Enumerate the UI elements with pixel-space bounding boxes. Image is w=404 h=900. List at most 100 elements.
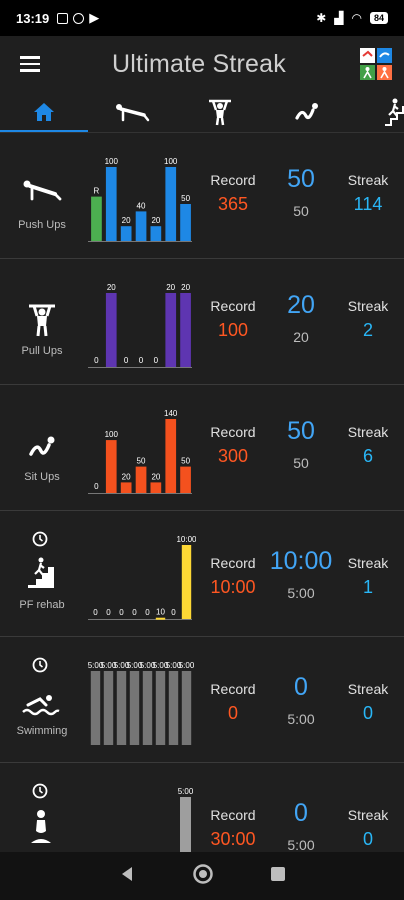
chart-bar-label: 0 <box>171 608 176 617</box>
status-time: 13:19 <box>16 10 50 26</box>
exercise-row-pull-ups[interactable]: Pull Ups 0 20 0 0 0 20 20 Record 100 20 20 Str… <box>0 259 404 385</box>
status-right: ✱ ▟ ◠ 84 <box>316 11 388 25</box>
chart-bar-label: 0 <box>119 608 124 617</box>
chart-bar-label: 0 <box>93 608 98 617</box>
chart-bar <box>180 204 191 241</box>
tab-push-ups[interactable] <box>88 92 176 132</box>
chart-bar-label: 0 <box>94 356 99 365</box>
chart-bar <box>165 419 177 493</box>
menu-icon <box>20 56 40 59</box>
home-button[interactable] <box>192 863 214 890</box>
goal-value: 10:00 <box>269 547 333 575</box>
chart-bar <box>180 293 191 367</box>
chart-bar <box>120 226 132 241</box>
sim-icon <box>57 12 69 24</box>
record-label: Record <box>210 807 256 823</box>
chart-bar-label: 140 <box>164 409 178 418</box>
chart-bar <box>165 167 177 241</box>
record-value: 10:00 <box>210 577 256 597</box>
chart-bar <box>90 671 101 745</box>
chart-bar-label: 20 <box>122 472 131 481</box>
record-label: Record <box>210 555 256 571</box>
goal-block: 10:00 5:00 <box>262 547 340 601</box>
chart-bar-label: 20 <box>151 216 160 225</box>
bar-chart-svg: R 100 20 40 20 100 50 <box>88 157 192 242</box>
record-label: Record <box>210 172 256 188</box>
bar-chart-svg: 0 100 20 50 20 140 50 <box>88 409 192 494</box>
chart-bar-label: 20 <box>122 216 131 225</box>
chart-bar-label: 0 <box>145 608 150 617</box>
push-up-icon <box>116 104 150 122</box>
bar-chart-svg: 0 20 0 0 0 20 20 <box>88 283 192 368</box>
streak-label: Streak <box>347 298 389 314</box>
chart-bar-label: 0 <box>94 482 99 491</box>
tab-pull-ups[interactable] <box>176 92 264 132</box>
streak-value: 2 <box>362 320 373 340</box>
chart-bar-label: 20 <box>151 472 160 481</box>
record-value: 0 <box>227 703 238 723</box>
chart-bar <box>105 293 117 367</box>
chart-bar-label: 40 <box>137 201 146 210</box>
goal-value: 0 <box>294 673 308 701</box>
stairs-icon <box>28 557 54 588</box>
history-chart: R 100 20 40 20 100 50 <box>86 133 196 258</box>
exercise-info: Push Ups <box>10 133 74 258</box>
today-value: 50 <box>293 455 309 471</box>
chart-bar-label: 5:00 <box>178 787 194 796</box>
battery-icon: 84 <box>369 12 388 24</box>
menu-icon-line <box>20 62 40 66</box>
exercise-row-push-ups[interactable]: Push Ups R 100 20 40 20 100 50 Record 365 50 5… <box>0 133 404 259</box>
app-logo[interactable] <box>348 36 404 92</box>
goal-block: 0 5:00 <box>262 673 340 727</box>
exercise-list: Push Ups R 100 20 40 20 100 50 Record 365 50 5… <box>0 133 404 889</box>
goal-block: 20 20 <box>262 291 340 345</box>
chart-bar-label: 100 <box>105 157 119 166</box>
recents-button[interactable] <box>270 866 286 887</box>
chart-bar-label: 10 <box>156 608 165 617</box>
chart-bar-label: 5:00 <box>179 661 195 670</box>
chart-bar <box>150 226 162 241</box>
record-block: Record 300 <box>200 424 266 467</box>
stairs-icon <box>385 98 404 126</box>
chart-bar <box>135 466 147 493</box>
system-nav-bar <box>0 852 404 900</box>
pull-up-icon <box>29 304 55 337</box>
streak-label: Streak <box>347 555 389 571</box>
exercise-row-sit-ups[interactable]: Sit Ups 0 100 20 50 20 140 50 Record 300 50 50… <box>0 385 404 511</box>
clock-icon <box>32 657 48 673</box>
app-logo-icon <box>360 48 392 80</box>
home-circle-icon <box>193 863 213 884</box>
tab-sit-ups[interactable] <box>264 92 352 132</box>
pull-up-icon <box>209 99 231 126</box>
sit-up-icon <box>29 436 55 456</box>
chart-bar <box>105 167 117 241</box>
tab-stairs[interactable] <box>352 92 404 132</box>
exercise-info: PF rehab <box>10 511 74 636</box>
exercise-row-pf-rehab[interactable]: PF rehab 0 0 0 0 0 10 0 10:00 Record 10:00 10:0… <box>0 511 404 637</box>
play-icon: ▶ <box>89 10 100 25</box>
record-value: 365 <box>217 194 249 214</box>
bluetooth-icon: ✱ <box>316 11 327 25</box>
chart-bar-label: 100 <box>164 157 178 166</box>
goal-value: 0 <box>294 799 308 827</box>
exercise-info: Sit Ups <box>10 385 74 510</box>
chart-bar <box>116 671 127 745</box>
history-chart: 5:00 5:00 5:00 5:00 5:00 5:00 5:00 5:00 <box>86 637 196 762</box>
recents-icon <box>271 866 285 881</box>
chart-bar-label: 0 <box>124 356 129 365</box>
chart-bar <box>120 482 132 493</box>
exercise-row-swimming[interactable]: Swimming 5:00 5:00 5:00 5:00 5:00 5:00 5:00 5:0… <box>0 637 404 763</box>
menu-button[interactable] <box>0 36 60 92</box>
record-label: Record <box>210 681 256 697</box>
goal-value: 50 <box>287 165 315 193</box>
streak-value: 114 <box>353 194 383 214</box>
chart-bar <box>155 671 166 745</box>
status-bar: 13:19 ▶ ✱ ▟ ◠ 84 <box>0 0 404 36</box>
exercise-info: Swimming <box>10 637 74 762</box>
streak-block: Streak 2 <box>336 298 400 341</box>
history-chart: 0 100 20 50 20 140 50 <box>86 385 196 510</box>
back-button[interactable] <box>118 865 136 888</box>
back-icon <box>122 866 132 881</box>
tab-home[interactable] <box>0 92 88 132</box>
clock-icon <box>32 531 48 547</box>
